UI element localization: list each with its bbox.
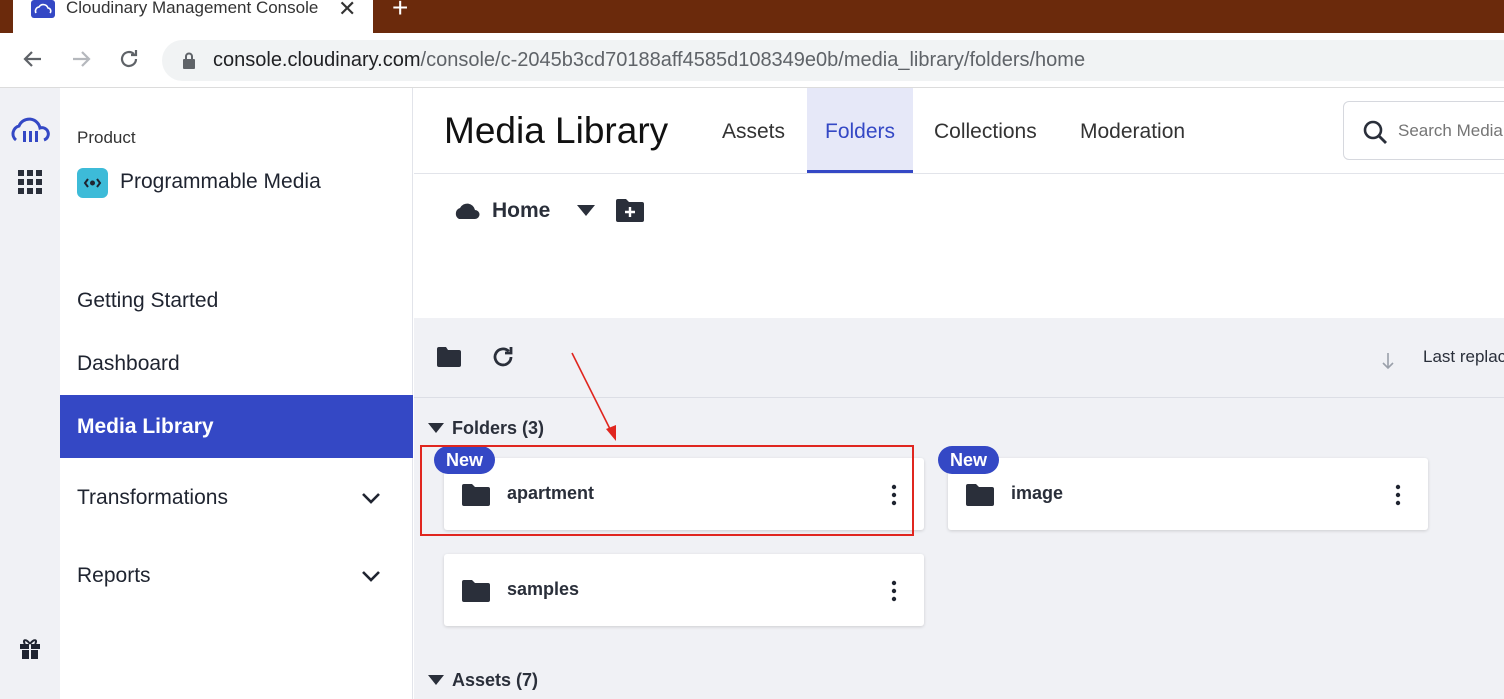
tab-folders[interactable]: Folders bbox=[807, 88, 914, 173]
browser-tab-strip: Cloudinary Management Console ✕ + bbox=[0, 0, 1504, 33]
sidebar-item-label: Getting Started bbox=[77, 289, 219, 312]
forward-arrow-icon[interactable] bbox=[69, 47, 93, 71]
folder-name: image bbox=[1011, 483, 1064, 503]
page-header: Media Library Assets Folders Collections… bbox=[414, 88, 1504, 174]
sidebar-item-dashboard[interactable]: Dashboard bbox=[60, 333, 413, 396]
new-tab-icon[interactable]: + bbox=[392, 0, 408, 24]
cloudinary-favicon-icon bbox=[31, 0, 55, 18]
programmable-media-icon bbox=[77, 168, 108, 198]
caret-down-icon bbox=[428, 675, 444, 685]
folder-view-icon[interactable] bbox=[437, 347, 461, 367]
back-arrow-icon[interactable] bbox=[21, 47, 45, 71]
sidebar-item-label: Media Library bbox=[77, 415, 214, 438]
refresh-icon[interactable] bbox=[490, 344, 516, 370]
folder-card-image[interactable]: image bbox=[948, 458, 1428, 530]
page-title: Media Library bbox=[444, 110, 669, 151]
tab-collections[interactable]: Collections bbox=[916, 88, 1055, 173]
more-options-icon[interactable] bbox=[890, 580, 898, 602]
chevron-down-icon bbox=[362, 493, 380, 504]
sidebar-item-transformations[interactable]: Transformations bbox=[60, 466, 413, 529]
product-label: Product bbox=[77, 128, 136, 147]
sidebar-item-label: Transformations bbox=[77, 486, 228, 509]
address-bar: console.cloudinary.com/console/c-2045b3c… bbox=[0, 33, 1504, 88]
tab-assets[interactable]: Assets bbox=[704, 88, 803, 173]
folder-icon bbox=[966, 484, 994, 506]
cloud-icon bbox=[455, 203, 480, 219]
folder-icon bbox=[462, 580, 490, 602]
folders-section-title: Folders (3) bbox=[452, 418, 545, 438]
sort-arrow-down-icon[interactable] bbox=[1380, 351, 1396, 371]
icon-rail bbox=[0, 88, 60, 699]
tab-title: Cloudinary Management Console bbox=[66, 0, 319, 17]
browser-tab[interactable]: Cloudinary Management Console ✕ bbox=[13, 0, 373, 33]
search-box[interactable] bbox=[1343, 101, 1504, 160]
caret-down-icon[interactable] bbox=[577, 205, 595, 216]
annotation-highlight-box bbox=[420, 445, 914, 536]
sidebar: Product Programmable Media Getting Start… bbox=[60, 88, 413, 699]
sort-label[interactable]: Last replaced bbox=[1423, 347, 1504, 367]
tab-moderation[interactable]: Moderation bbox=[1062, 88, 1203, 173]
breadcrumb-home[interactable]: Home bbox=[492, 199, 550, 223]
cloudinary-logo-icon[interactable] bbox=[8, 116, 52, 146]
apps-grid-icon[interactable] bbox=[18, 170, 42, 194]
url-path: /console/c-2045b3cd70188aff4585d108349e0… bbox=[420, 49, 1086, 71]
gift-icon[interactable] bbox=[18, 636, 42, 660]
reload-icon[interactable] bbox=[117, 47, 141, 71]
annotation-arrow-icon bbox=[571, 352, 616, 441]
search-input[interactable] bbox=[1398, 121, 1504, 141]
url-input[interactable]: console.cloudinary.com/console/c-2045b3c… bbox=[162, 40, 1504, 81]
product-name: Programmable Media bbox=[120, 170, 321, 193]
breadcrumb: Home bbox=[414, 174, 1504, 318]
sidebar-item-reports[interactable]: Reports bbox=[60, 544, 413, 607]
folder-name: samples bbox=[507, 579, 580, 599]
more-options-icon[interactable] bbox=[1394, 484, 1402, 506]
search-icon bbox=[1363, 120, 1387, 144]
close-tab-icon[interactable]: ✕ bbox=[338, 0, 356, 22]
sidebar-item-label: Dashboard bbox=[77, 352, 180, 375]
lock-icon bbox=[183, 52, 195, 69]
new-badge: New bbox=[938, 446, 1000, 474]
url-text: console.cloudinary.com/console/c-2045b3c… bbox=[213, 49, 1085, 72]
sidebar-item-media-library[interactable]: Media Library bbox=[60, 395, 413, 458]
sidebar-item-getting-started[interactable]: Getting Started bbox=[60, 270, 413, 333]
sidebar-item-label: Reports bbox=[77, 564, 151, 587]
chevron-down-icon bbox=[362, 571, 380, 582]
caret-down-icon bbox=[428, 423, 444, 433]
assets-section-title: Assets (7) bbox=[452, 670, 539, 690]
new-folder-icon[interactable] bbox=[616, 198, 644, 222]
folder-card-samples[interactable]: samples bbox=[444, 554, 924, 626]
url-host: console.cloudinary.com bbox=[213, 49, 421, 71]
